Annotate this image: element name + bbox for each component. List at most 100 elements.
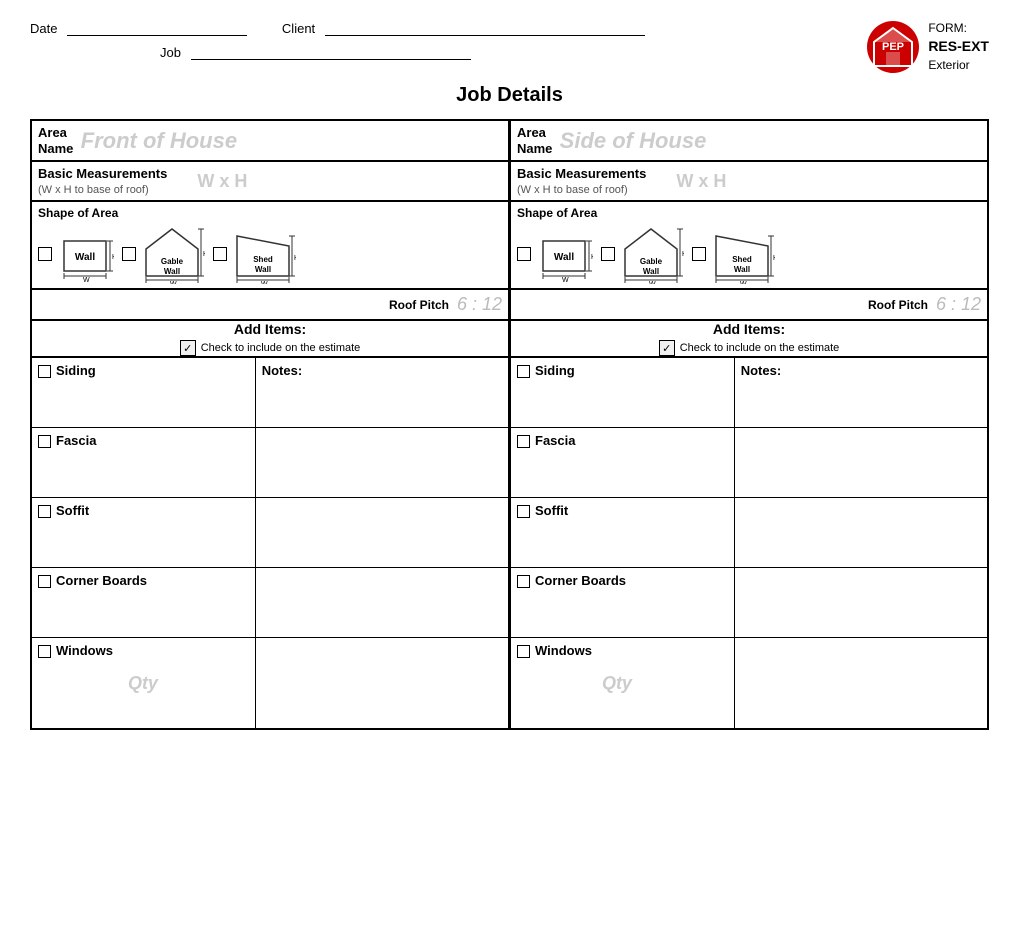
right-shed-checkbox[interactable]	[692, 247, 706, 261]
right-cornerboards-row: Corner Boards	[511, 568, 734, 638]
left-add-items-title: Add Items:	[32, 321, 508, 337]
svg-text:W: W	[83, 277, 90, 282]
svg-text:Gable: Gable	[640, 257, 663, 266]
left-fascia-label: Fascia	[56, 433, 96, 448]
left-windows-label: Windows	[56, 643, 113, 658]
left-items-container: Siding Fascia Soffit Corne	[32, 358, 508, 728]
left-siding-row: Siding	[32, 358, 255, 428]
right-meas-subtitle: (W x H to base of roof)	[517, 184, 628, 196]
svg-text:H: H	[203, 251, 205, 258]
svg-text:H: H	[294, 255, 296, 262]
left-area-label: AreaName	[38, 125, 73, 156]
right-soffit-label: Soffit	[535, 503, 568, 518]
right-cornerboards-label: Corner Boards	[535, 573, 626, 588]
left-shed-checkbox[interactable]	[213, 247, 227, 261]
left-siding-checkbox[interactable]	[38, 365, 51, 378]
svg-text:W: W	[261, 281, 268, 284]
left-siding-label: Siding	[56, 363, 96, 378]
right-area-value: Side of House	[560, 128, 707, 154]
right-soffit-checkbox[interactable]	[517, 505, 530, 518]
svg-text:Wall: Wall	[734, 265, 750, 274]
left-soffit-row: Soffit	[32, 498, 255, 568]
left-check-instruction: ✓ Check to include on the estimate	[32, 340, 508, 356]
form-type: Exterior	[928, 57, 989, 74]
date-input[interactable]	[67, 20, 247, 36]
left-wall-checkbox[interactable]	[38, 247, 52, 261]
right-siding-checkbox[interactable]	[517, 365, 530, 378]
right-siding-label: Siding	[535, 363, 575, 378]
left-qty-label: Qty	[123, 668, 163, 698]
add-items-row: Add Items: ✓ Check to include on the est…	[31, 320, 988, 357]
left-notes-fascia[interactable]	[256, 428, 508, 498]
right-fascia-checkbox[interactable]	[517, 435, 530, 448]
left-notes-soffit[interactable]	[256, 498, 508, 568]
left-area-value: Front of House	[81, 128, 237, 154]
svg-text:W: W	[740, 281, 747, 284]
right-meas-wxh: W x H	[676, 171, 726, 192]
right-add-items-title: Add Items:	[511, 321, 987, 337]
svg-text:PEP: PEP	[882, 41, 904, 53]
left-meas-title: Basic Measurements	[38, 166, 167, 181]
header: Date Client Job PEP FORM: RES-EXT Exteri…	[30, 20, 989, 74]
right-cornerboards-checkbox[interactable]	[517, 575, 530, 588]
left-roof-pitch-value: 6 : 12	[457, 294, 502, 315]
right-notes-cornerboards[interactable]	[735, 568, 987, 638]
svg-text:W: W	[649, 281, 656, 284]
right-check-instruction: ✓ Check to include on the estimate	[511, 340, 987, 356]
job-label: Job	[160, 45, 181, 60]
right-wall-shape-svg: Wall H W	[535, 227, 593, 282]
right-qty-label: Qty	[597, 668, 637, 698]
left-windows-checkbox[interactable]	[38, 645, 51, 658]
client-input[interactable]	[325, 20, 645, 36]
right-fascia-label: Fascia	[535, 433, 575, 448]
right-notes-col: Notes:	[735, 358, 987, 728]
left-soffit-checkbox[interactable]	[38, 505, 51, 518]
svg-text:Wall: Wall	[75, 252, 95, 263]
date-row: Date Client	[30, 20, 846, 36]
right-shape-title: Shape of Area	[517, 206, 981, 220]
right-roof-pitch-value: 6 : 12	[936, 294, 981, 315]
form-label: FORM:	[928, 20, 989, 37]
svg-text:H: H	[682, 251, 684, 258]
svg-text:Shed: Shed	[732, 255, 752, 264]
measurements-row: Basic Measurements (W x H to base of roo…	[31, 162, 988, 202]
pep-logo: PEP	[866, 20, 920, 74]
right-wall-checkbox[interactable]	[517, 247, 531, 261]
left-fascia-checkbox[interactable]	[38, 435, 51, 448]
svg-text:Wall: Wall	[255, 265, 271, 274]
right-windows-label: Windows	[535, 643, 592, 658]
left-wall-option: Wall H W	[38, 227, 114, 282]
right-gable-checkbox[interactable]	[601, 247, 615, 261]
right-notes-windows[interactable]	[735, 638, 987, 728]
left-shed-option: Shed Wall H W	[213, 224, 296, 284]
left-area-name-cell: AreaName Front of House	[31, 120, 510, 162]
job-input[interactable]	[191, 44, 471, 60]
right-roof-pitch-label: Roof Pitch	[868, 298, 928, 312]
svg-text:Wall: Wall	[164, 267, 180, 276]
form-name: RES-EXT	[928, 37, 989, 57]
right-windows-checkbox[interactable]	[517, 645, 530, 658]
right-shed-option: Shed Wall H W	[692, 224, 775, 284]
left-notes-cornerboards[interactable]	[256, 568, 508, 638]
left-check-text: Check to include on the estimate	[201, 342, 361, 354]
right-item-labels: Siding Fascia Soffit Corne	[511, 358, 735, 728]
right-shed-shape-svg: Shed Wall H W	[710, 224, 775, 284]
logo-area: PEP FORM: RES-EXT Exterior	[866, 20, 989, 74]
header-fields: Date Client Job	[30, 20, 846, 68]
left-gable-checkbox[interactable]	[122, 247, 136, 261]
left-notes-windows[interactable]	[256, 638, 508, 728]
right-notes-fascia[interactable]	[735, 428, 987, 498]
left-add-items-cell: Add Items: ✓ Check to include on the est…	[31, 320, 510, 357]
svg-text:H: H	[773, 255, 775, 262]
svg-text:H: H	[591, 254, 593, 261]
main-table: AreaName Front of House AreaName Side of…	[30, 119, 989, 730]
left-notes-label: Notes:	[262, 363, 302, 378]
left-cornerboards-label: Corner Boards	[56, 573, 147, 588]
right-check-text: Check to include on the estimate	[680, 342, 840, 354]
right-notes-soffit[interactable]	[735, 498, 987, 568]
left-notes-col: Notes:	[256, 358, 508, 728]
left-gable-option: Gable Wall H W	[122, 224, 205, 284]
left-soffit-label: Soffit	[56, 503, 89, 518]
left-roof-pitch-label: Roof Pitch	[389, 298, 449, 312]
left-cornerboards-checkbox[interactable]	[38, 575, 51, 588]
